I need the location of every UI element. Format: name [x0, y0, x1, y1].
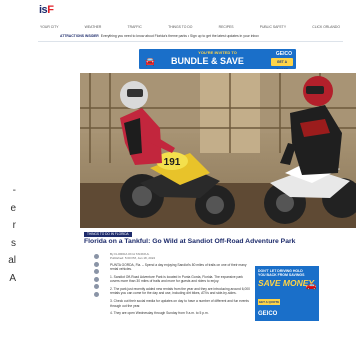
bike-number-plate: 191: [164, 157, 181, 168]
ad-banner-top[interactable]: YOU'RE INVITED TO 🚘 BUNDLE & SAVE GEICO …: [139, 49, 296, 69]
ad-brand: GEICO: [275, 51, 292, 57]
facebook-icon[interactable]: [94, 254, 99, 259]
category-tag[interactable]: THINGS TO DO IN FLORIDA: [84, 232, 132, 237]
site-logo[interactable]: isF: [39, 4, 54, 16]
article-body: PUNTA GORDA, Fla. – Spend a day enjoying…: [110, 263, 250, 319]
link-icon[interactable]: [94, 276, 99, 282]
left-fragment-line: s: [11, 237, 16, 249]
comment-icon[interactable]: [94, 291, 99, 297]
attractions-label: ATTRACTIONS INSIDER: [60, 34, 99, 38]
nav-item-weather[interactable]: WEATHER: [85, 25, 102, 29]
nav-item-click-orlando[interactable]: CLICK ORLANDO: [312, 25, 340, 29]
nav-item-recipes[interactable]: RECIPES: [219, 25, 234, 29]
nav-item-public-safety[interactable]: PUBLIC SAFETY: [260, 25, 286, 29]
nav-item-traffic[interactable]: TRAFFIC: [128, 25, 142, 29]
left-fragment-line: A: [9, 272, 16, 284]
attractions-text: Everything you need to know about Florid…: [100, 34, 259, 38]
share-bar: [94, 254, 102, 300]
nav-item-your-city[interactable]: YOUR CITY: [40, 25, 58, 29]
left-fragment-line: al: [8, 255, 16, 266]
article-paragraph: 4. They are open Wednesday through Sunda…: [110, 311, 209, 316]
attractions-banner[interactable]: ATTRACTIONS INSIDER Everything you need t…: [60, 34, 325, 39]
article-paragraph: 2. The park just recently added new rent…: [110, 287, 250, 296]
car-icon: 🚗: [305, 280, 317, 290]
main-nav: YOUR CITY WEATHER TRAFFIC THINGS TO DO R…: [40, 25, 340, 29]
email-icon[interactable]: [94, 269, 99, 275]
ad-side-brand: GEICO: [258, 311, 278, 317]
ad-quote-button[interactable]: GET A QUOTE: [271, 58, 293, 69]
byline: By FLORIDA ON A TANKFUL Published: 5:00 …: [110, 252, 155, 260]
article-headline: Florida on a Tankful: Go Wild at Sandiot…: [84, 238, 296, 245]
left-edge-text-fragment: - e r s al A: [0, 182, 16, 287]
nav-item-things-to-do[interactable]: THINGS TO DO: [168, 25, 192, 29]
logo-text: is: [39, 4, 48, 16]
logo-accent: F: [47, 4, 54, 16]
header-divider: [38, 41, 343, 42]
article-paragraph: 1. Sandiot Off-Road Adventure Park is lo…: [110, 275, 243, 284]
twitter-icon[interactable]: [94, 261, 99, 267]
left-fragment-line: -: [12, 185, 16, 196]
ad-sidebar[interactable]: DON'T LET DRIVING HOLD YOU BACK FROM SAV…: [255, 266, 319, 321]
byline-date: Published: 5:00 PM, Jan 18, 2024: [110, 256, 156, 260]
left-fragment-line: e: [10, 202, 16, 214]
ad-invite-text: YOU'RE INVITED TO: [198, 50, 237, 55]
article-paragraph: 3. Check out their social media for upda…: [110, 299, 249, 308]
ad-side-quote-button[interactable]: GET A QUOTE: [258, 299, 280, 305]
article-paragraph: PUNTA GORDA, Fla. – Spend a day enjoying…: [110, 263, 247, 272]
print-icon[interactable]: [94, 284, 99, 290]
car-icon: 🚘: [145, 57, 155, 66]
ad-side-tagline: DON'T LET DRIVING HOLD YOU BACK FROM SAV…: [258, 269, 305, 277]
left-fragment-line: r: [12, 220, 16, 231]
hero-image: 191: [80, 73, 356, 228]
ad-headline: BUNDLE & SAVE: [171, 56, 244, 66]
